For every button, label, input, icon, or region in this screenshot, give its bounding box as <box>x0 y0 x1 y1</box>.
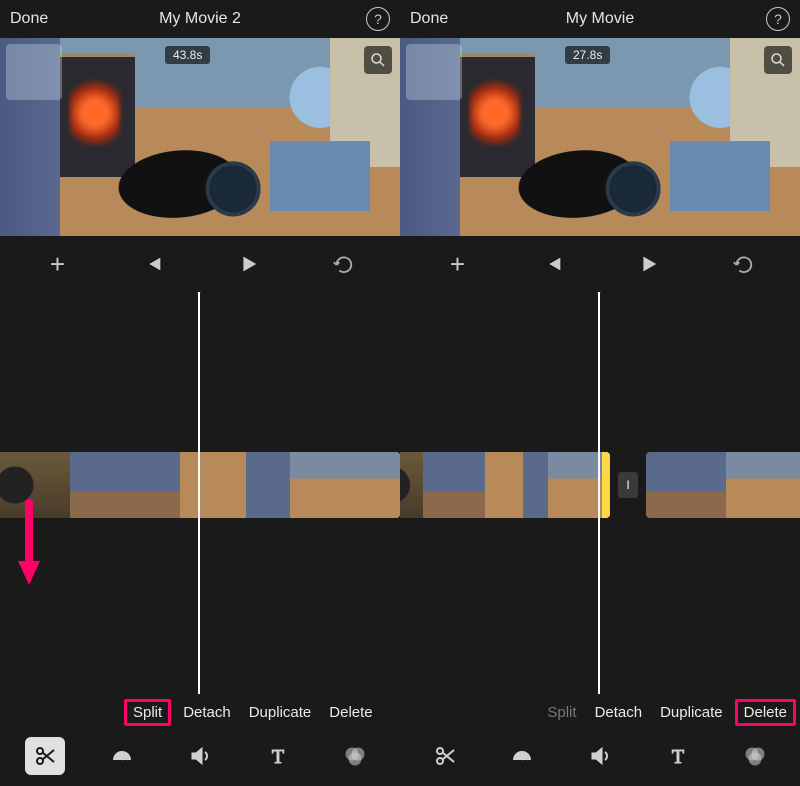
add-media-button[interactable]: + <box>443 249 473 279</box>
tool-row: T <box>0 730 400 786</box>
editor-pane-right: Done My Movie ? 27.8s + <box>400 0 800 786</box>
delete-action[interactable]: Delete <box>741 704 790 721</box>
scissors-tool[interactable] <box>425 737 465 775</box>
skip-back-button[interactable] <box>538 249 568 279</box>
svg-text:T: T <box>271 746 283 768</box>
delete-action[interactable]: Delete <box>329 704 372 721</box>
detach-action[interactable]: Detach <box>183 704 231 721</box>
scissors-tool[interactable] <box>25 737 65 775</box>
top-bar: Done My Movie ? <box>400 0 800 38</box>
duplicate-action[interactable]: Duplicate <box>660 704 723 721</box>
help-icon: ? <box>766 7 790 31</box>
duplicate-action[interactable]: Duplicate <box>249 704 312 721</box>
done-button[interactable]: Done <box>10 10 60 28</box>
volume-tool[interactable] <box>180 737 220 775</box>
tool-row: T <box>400 730 800 786</box>
help-button[interactable]: ? <box>340 7 390 31</box>
playhead[interactable] <box>598 292 600 694</box>
text-tool[interactable]: T <box>658 737 698 775</box>
detach-action[interactable]: Detach <box>595 704 643 721</box>
magnifier-icon <box>369 51 387 69</box>
top-bar: Done My Movie 2 ? <box>0 0 400 38</box>
scissors-icon <box>33 744 57 768</box>
text-tool[interactable]: T <box>258 737 298 775</box>
timestamp-label: 27.8s <box>565 46 610 64</box>
split-action: Split <box>547 704 576 721</box>
speedometer-icon <box>110 744 134 768</box>
editor-pane-left: Done My Movie 2 ? 43.8s + <box>0 0 400 786</box>
volume-tool[interactable] <box>580 737 620 775</box>
add-media-button[interactable]: + <box>43 249 73 279</box>
text-icon: T <box>666 744 690 768</box>
filters-icon <box>343 744 367 768</box>
filters-tool[interactable] <box>735 737 775 775</box>
clip-trim-handle[interactable] <box>602 452 610 518</box>
project-title: My Movie <box>460 10 740 28</box>
zoom-button[interactable] <box>764 46 792 74</box>
undo-button[interactable] <box>328 249 358 279</box>
scissors-icon <box>433 744 457 768</box>
speedometer-icon <box>510 744 534 768</box>
timeline[interactable]: I <box>400 292 800 694</box>
done-button[interactable]: Done <box>410 10 460 28</box>
timestamp-label: 43.8s <box>165 46 210 64</box>
clip-selected[interactable] <box>400 452 610 518</box>
svg-text:T: T <box>671 746 683 768</box>
speed-tool[interactable] <box>502 737 542 775</box>
speed-tool[interactable] <box>102 737 142 775</box>
clip-actions-row: Split Detach Duplicate Delete <box>400 694 800 730</box>
speaker-icon <box>188 744 212 768</box>
clip-next[interactable] <box>646 452 800 518</box>
skip-back-button[interactable] <box>138 249 168 279</box>
annotation-arrow-icon <box>14 499 44 594</box>
magnifier-icon <box>769 51 787 69</box>
filters-tool[interactable] <box>335 737 375 775</box>
clip-selected[interactable] <box>0 452 400 518</box>
speaker-icon <box>588 744 612 768</box>
transport-bar: + <box>400 236 800 292</box>
transition-gap-marker[interactable]: I <box>618 472 638 498</box>
text-icon: T <box>266 744 290 768</box>
split-action[interactable]: Split <box>130 704 165 721</box>
playhead[interactable] <box>198 292 200 694</box>
timeline[interactable] <box>0 292 400 694</box>
transport-bar: + <box>0 236 400 292</box>
play-button[interactable] <box>633 249 663 279</box>
video-preview[interactable]: 43.8s <box>0 38 400 236</box>
video-preview[interactable]: 27.8s <box>400 38 800 236</box>
help-button[interactable]: ? <box>740 7 790 31</box>
play-button[interactable] <box>233 249 263 279</box>
clip-actions-row: Split Detach Duplicate Delete <box>0 694 400 730</box>
zoom-button[interactable] <box>364 46 392 74</box>
filters-icon <box>743 744 767 768</box>
undo-button[interactable] <box>728 249 758 279</box>
help-icon: ? <box>366 7 390 31</box>
project-title: My Movie 2 <box>60 10 340 28</box>
